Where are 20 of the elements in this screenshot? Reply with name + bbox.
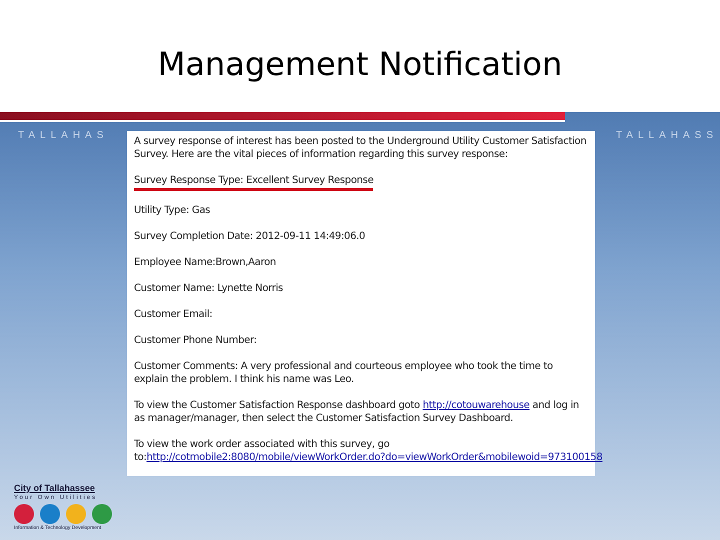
email-paragraph: A survey response of interest has been posted to the Underground Utility Customer Satisfaction Survey. Here are the vital pieces of information regarding this survey response:	[134, 135, 588, 161]
link[interactable]: http://cotouwarehouse	[422, 400, 530, 411]
email-paragraph: To view the Customer Satisfaction Response dashboard goto http://cotouwarehouse and log in as manager/manager, then select the Customer Satisfaction Survey Dashboard.	[134, 399, 580, 425]
slide-title: Management Notification	[158, 48, 562, 80]
utility-circle-icon	[40, 504, 60, 524]
email-paragraph: Survey Completion Date: 2012-09-11 14:49:06.0	[134, 230, 366, 243]
email-paragraph: Customer Comments: A very professional and courteous employee who took the time to explain the problem. I think his name was Leo.	[134, 360, 554, 386]
utility-circle-icon	[92, 504, 112, 524]
email-paragraph: Employee Name:Brown,Aaron	[134, 256, 277, 269]
link[interactable]: http://cotmobile2:8080/mobile/viewWorkOrder.do?do=viewWorkOrder&mobilewoid=973100158	[146, 452, 602, 463]
email-paragraph: Customer Phone Number:	[134, 334, 258, 347]
email-paragraph: Customer Email:	[134, 308, 214, 321]
utility-circle-icon	[14, 504, 34, 524]
email-paragraph: Survey Response Type: Excellent Survey Response	[134, 174, 374, 191]
banner-text: TALLAHASS	[616, 129, 718, 143]
utility-circle-icon	[66, 504, 86, 524]
email-paragraph: Utility Type: Gas	[134, 204, 212, 217]
banner-text: TALLAHAS	[18, 129, 108, 143]
email-paragraph: Customer Name: Lynette Norris	[134, 282, 284, 295]
logo-name: City of Tallahassee	[14, 483, 96, 493]
